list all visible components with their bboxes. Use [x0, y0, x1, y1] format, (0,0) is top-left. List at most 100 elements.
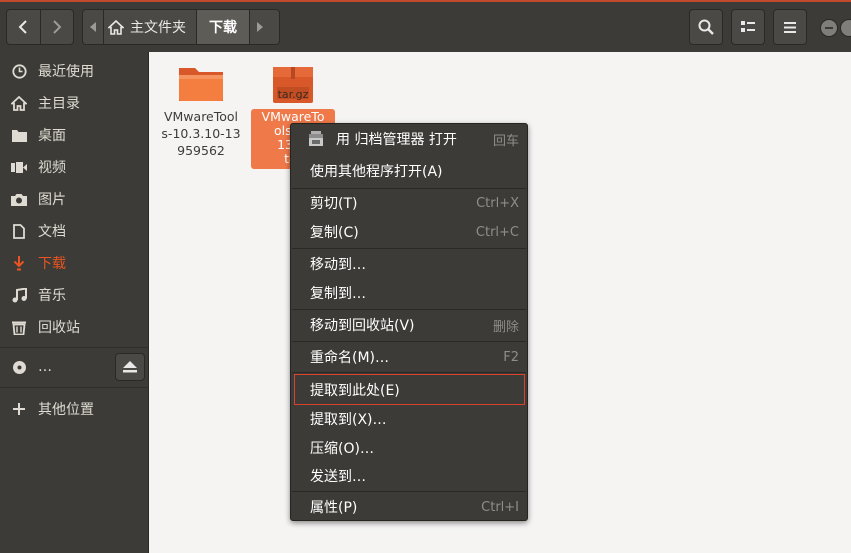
sidebar-item-label: 图片 [38, 192, 66, 208]
sidebar-divider [0, 387, 149, 388]
sidebar-item-label: 其他位置 [38, 402, 94, 418]
sidebar-item-recent[interactable]: 最近使用 [0, 56, 149, 86]
eject-button[interactable] [115, 353, 145, 381]
menu-item-cut[interactable]: 剪切(T) Ctrl+X [291, 189, 527, 217]
search-icon [698, 19, 714, 35]
document-icon [13, 223, 25, 239]
chevron-right-icon [53, 20, 62, 34]
sidebar-item-label: 音乐 [38, 288, 66, 304]
search-button[interactable] [689, 9, 723, 45]
menu-item-shortcut: Ctrl+I [481, 499, 519, 515]
triangle-right-icon [257, 22, 263, 32]
sidebar-item-label: 文档 [38, 224, 66, 240]
sidebar-item-label: … [38, 359, 52, 375]
path-scroll-left-button[interactable] [83, 10, 103, 44]
maximize-button[interactable] [840, 19, 851, 37]
path-current-label: 下载 [209, 20, 237, 36]
folder-icon [179, 68, 223, 101]
menu-item-label: 提取到(X)… [310, 412, 387, 428]
sidebar-item-label: 主目录 [38, 96, 80, 112]
hamburger-icon [784, 21, 796, 33]
menu-separator [292, 491, 526, 492]
menu-button[interactable] [773, 9, 807, 45]
menu-item-extract-here[interactable]: 提取到此处(E) [294, 374, 525, 405]
view-toggle-button[interactable] [731, 9, 765, 45]
menu-separator [292, 372, 526, 373]
path-scroll-right-button[interactable] [250, 10, 270, 44]
menu-item-open-with-other[interactable]: 使用其他程序打开(A) [291, 157, 527, 185]
sidebar-item-documents[interactable]: 文档 [0, 216, 149, 246]
sidebar-item-label: 下载 [38, 256, 66, 272]
menu-item-copy-to[interactable]: 复制到… [291, 279, 527, 307]
menu-item-label: 移动到… [310, 257, 366, 273]
context-menu: 用 归档管理器 打开 回车 使用其他程序打开(A) 剪切(T) Ctrl+X 复… [290, 123, 528, 521]
list-view-icon [741, 21, 755, 32]
disc-icon [12, 360, 26, 374]
path-home-label: 主文件夹 [130, 20, 186, 36]
triangle-left-icon [90, 22, 96, 32]
menu-item-label: 发送到… [310, 469, 366, 485]
forward-button[interactable] [39, 10, 73, 44]
menu-item-label: 剪切(T) [310, 196, 358, 212]
menu-item-copy[interactable]: 复制(C) Ctrl+C [291, 218, 527, 246]
menu-item-send-to[interactable]: 发送到… [291, 462, 527, 490]
archive-type-badge: tar.gz [277, 88, 309, 101]
header-bar: 主文件夹 下载 [0, 0, 851, 52]
music-icon [12, 287, 27, 302]
menu-item-move-to-trash[interactable]: 移动到回收站(V) 删除 [291, 311, 527, 339]
menu-item-label: 用 归档管理器 打开 [336, 132, 457, 148]
menu-item-properties[interactable]: 属性(P) Ctrl+I [291, 493, 527, 521]
path-bar: 主文件夹 下载 [82, 9, 280, 45]
menu-item-label: 属性(P) [310, 500, 358, 516]
back-button[interactable] [7, 10, 40, 44]
sidebar-item-pictures[interactable]: 图片 [0, 184, 149, 214]
menu-item-label: 复制到… [310, 286, 366, 302]
sidebar-item-label: 视频 [38, 160, 66, 176]
menu-item-label: 使用其他程序打开(A) [310, 164, 443, 180]
clock-icon [11, 63, 27, 79]
download-icon [13, 255, 25, 270]
menu-item-extract-to[interactable]: 提取到(X)… [291, 405, 527, 433]
video-icon [11, 161, 27, 173]
menu-item-shortcut: Ctrl+C [475, 224, 519, 240]
menu-item-move-to[interactable]: 移动到… [291, 250, 527, 278]
menu-separator [292, 248, 526, 249]
sidebar-item-label: 回收站 [38, 320, 80, 336]
archive-manager-icon [309, 131, 323, 146]
menu-item-shortcut: F2 [503, 349, 519, 365]
sidebar-item-music[interactable]: 音乐 [0, 280, 149, 310]
menu-item-shortcut: Ctrl+X [476, 195, 519, 211]
sidebar-item-device[interactable]: … [0, 352, 110, 382]
plus-icon [13, 403, 25, 415]
sidebar-item-trash[interactable]: 回收站 [0, 312, 149, 342]
folder-icon [11, 129, 27, 142]
menu-item-label: 重命名(M)… [310, 350, 390, 366]
path-current-button[interactable]: 下载 [196, 10, 250, 44]
sidebar-item-label: 最近使用 [38, 64, 94, 80]
menu-item-shortcut: 回车 [492, 133, 519, 149]
trash-icon [12, 321, 26, 335]
sidebar-item-other-locations[interactable]: 其他位置 [0, 394, 149, 424]
menu-item-compress[interactable]: 压缩(O)… [291, 434, 527, 462]
camera-icon [11, 193, 27, 206]
sidebar-item-desktop[interactable]: 桌面 [0, 120, 149, 150]
menu-item-shortcut: 删除 [492, 319, 519, 335]
menu-separator [292, 309, 526, 310]
home-icon [11, 95, 27, 111]
menu-item-label: 压缩(O)… [310, 441, 374, 457]
file-label: VMwareTools-10.3.10-13959562 [161, 109, 241, 158]
menu-item-rename[interactable]: 重命名(M)… F2 [291, 343, 527, 371]
path-home-button[interactable]: 主文件夹 [103, 10, 196, 44]
minimize-icon [825, 27, 833, 29]
sidebar: 最近使用 主目录 桌面 视频 图片 文档 下载 音乐 回收站 … 其他位置 [0, 52, 149, 553]
menu-item-label: 移动到回收站(V) [310, 318, 415, 334]
file-item-folder[interactable]: VMwareTools-10.3.10-13959562 [159, 65, 243, 160]
sidebar-item-home[interactable]: 主目录 [0, 88, 149, 118]
minimize-button[interactable] [820, 19, 838, 37]
menu-item-label: 复制(C) [310, 225, 359, 241]
sidebar-item-downloads[interactable]: 下载 [0, 248, 149, 278]
menu-item-open-with-archive-manager[interactable]: 用 归档管理器 打开 回车 [291, 125, 527, 153]
eject-icon [123, 361, 137, 373]
nav-buttons [6, 9, 74, 45]
sidebar-item-videos[interactable]: 视频 [0, 152, 149, 182]
